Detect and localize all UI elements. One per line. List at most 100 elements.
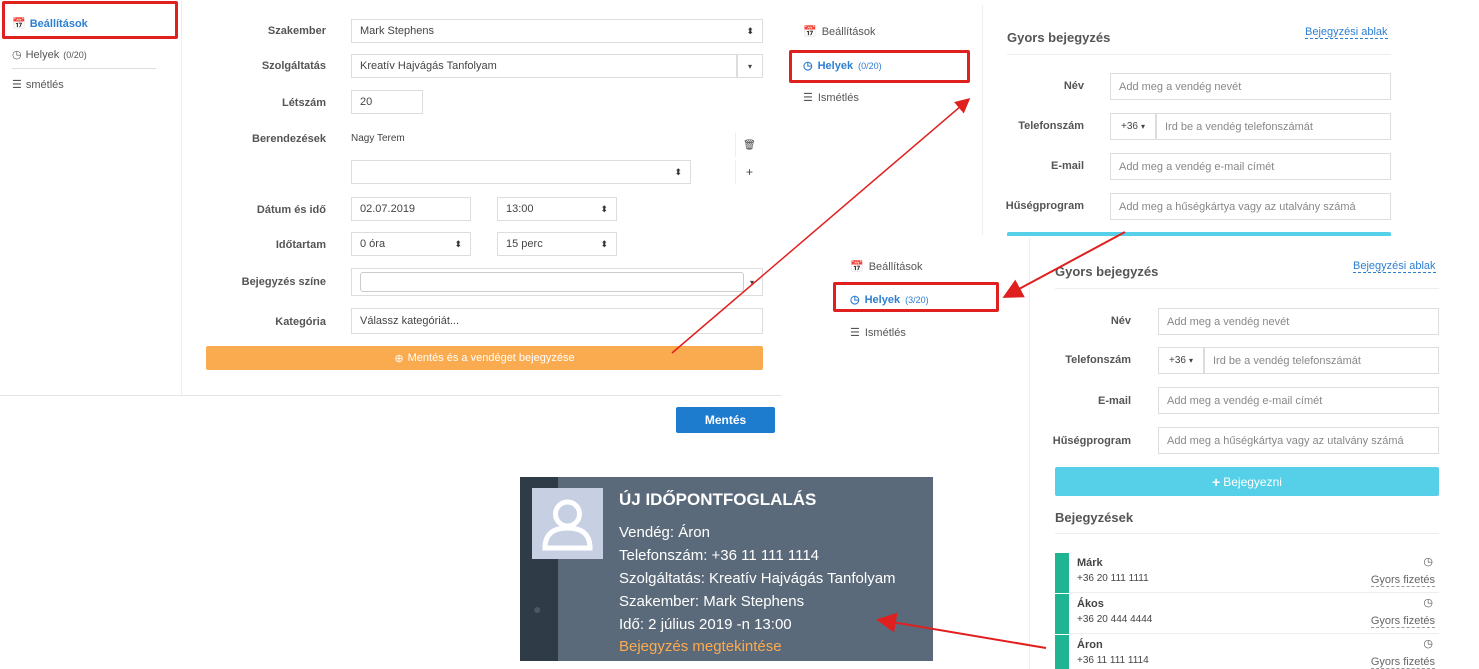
color-swatch	[360, 272, 744, 292]
date-input[interactable]: 02.07.2019	[351, 197, 471, 221]
sidebar-item-label: Helyek	[25, 48, 60, 61]
tab-settings[interactable]: 📅 Beállítások	[850, 260, 923, 274]
caret-down-icon: ▾	[749, 277, 754, 287]
date-value: 02.07.2019	[360, 203, 416, 215]
guest-phone: +36 20 444 4444	[1077, 614, 1153, 625]
calendar-icon: 📅	[12, 18, 26, 30]
status-bar	[1055, 594, 1069, 634]
list-item[interactable]: Áron +36 11 111 1114 ◷ Gyors fizetés	[1055, 635, 1439, 669]
tab-places[interactable]: ◷ Helyek (0/20)	[803, 59, 882, 73]
sidebar-item-repeat[interactable]: ☰ smétlés	[12, 78, 64, 92]
list-icon: ☰	[850, 327, 860, 339]
category-select[interactable]: Válassz kategóriát...	[351, 308, 763, 334]
color-select[interactable]: ▾	[351, 268, 763, 296]
plus-icon: +	[1212, 473, 1221, 490]
quick-entry-title: Gyors bejegyzés	[1007, 30, 1111, 45]
caret-down-icon: ▾	[1140, 122, 1145, 131]
loyalty-input[interactable]: Add meg a hűségkártya vagy az utalvány s…	[1110, 193, 1391, 220]
status-bar	[1055, 553, 1069, 593]
clock-icon: ◷	[850, 294, 860, 306]
quick-pay-link[interactable]: Gyors fizetés	[1370, 656, 1435, 669]
entry-window-link[interactable]: Bejegyzési ablak	[1305, 26, 1388, 39]
sidebar-item-settings[interactable]: 📅 Beállítások	[12, 17, 88, 31]
clock-icon: ◷	[1423, 638, 1433, 650]
places-count: (0/20)	[63, 49, 87, 60]
equipment-select[interactable]: ⬍	[351, 160, 691, 184]
plus-icon[interactable]: +	[735, 160, 763, 184]
list-item[interactable]: Márk +36 20 111 1111 ◷ Gyors fizetés	[1055, 553, 1439, 593]
country-code: +36	[1121, 121, 1138, 132]
name-input[interactable]: Add meg a vendég nevét	[1110, 73, 1391, 100]
save-button[interactable]: Mentés	[676, 407, 775, 433]
loyalty-label: Hűségprogram	[1052, 435, 1131, 447]
calendar-icon: 📅	[850, 261, 864, 273]
notification-phone: Telefonszám: +36 11 111 1114	[619, 547, 820, 564]
tab-repeat[interactable]: ☰ Ismétlés	[850, 326, 906, 340]
status-bar	[1055, 635, 1069, 669]
guest-name: Márk	[1077, 557, 1103, 569]
reservations-title: Bejegyzések	[1055, 510, 1134, 525]
title-divider	[1055, 288, 1439, 289]
equipment-value: Nagy Terem	[351, 133, 405, 144]
tab-label: Ismétlés	[864, 326, 906, 339]
notification-time: Idő: 2 július 2019 -n 13:00	[619, 616, 792, 633]
email-input[interactable]: Add meg a vendég e-mail címét	[1158, 387, 1439, 414]
quick-pay-link[interactable]: Gyors fizetés	[1370, 615, 1435, 628]
specialist-select[interactable]: Mark Stephens ⬍	[351, 19, 763, 43]
save-and-register-guest-button[interactable]: ⊕ Mentés és a vendéget bejegyzése	[206, 346, 763, 370]
places-count: (3/20)	[905, 294, 929, 305]
tab-places[interactable]: ◷ Helyek (3/20)	[850, 293, 929, 307]
sidebar-item-label: smétlés	[25, 78, 64, 91]
tab-repeat[interactable]: ☰ Ismétlés	[803, 91, 859, 105]
phone-label: Telefonszám	[1065, 354, 1131, 366]
name-input[interactable]: Add meg a vendég nevét	[1158, 308, 1439, 335]
form-divider	[0, 395, 782, 396]
hours-value: 0 óra	[360, 238, 386, 250]
minutes-value: 15 perc	[506, 238, 543, 250]
list-icon: ☰	[803, 92, 813, 104]
entry-window-link[interactable]: Bejegyzési ablak	[1353, 260, 1436, 273]
duration-minutes-select[interactable]: 15 perc ⬍	[497, 232, 617, 256]
email-input[interactable]: Add meg a vendég e-mail címét	[1110, 153, 1391, 180]
country-code-select[interactable]: +36 ▾	[1110, 113, 1156, 140]
name-label: Név	[1063, 80, 1084, 92]
time-value: 13:00	[506, 203, 534, 215]
clock-icon: ◷	[1423, 597, 1433, 609]
country-code-select[interactable]: +36 ▾	[1158, 347, 1204, 374]
phone-label: Telefonszám	[1018, 120, 1084, 132]
duration-hours-select[interactable]: 0 óra ⬍	[351, 232, 471, 256]
phone-input[interactable]: Ird be a vendég telefonszámát	[1204, 347, 1439, 374]
submit-entry-button[interactable]: + Bejegyezni	[1055, 467, 1439, 496]
loyalty-input[interactable]: Add meg a hűségkártya vagy az utalvány s…	[1158, 427, 1439, 454]
reservations-divider	[1055, 533, 1439, 534]
quick-entry-title: Gyors bejegyzés	[1055, 264, 1159, 279]
submit-label: Bejegyezni	[1223, 474, 1282, 489]
country-code: +36	[1169, 355, 1186, 366]
sidebar-item-places[interactable]: ◷ Helyek (0/20)	[12, 48, 87, 62]
guest-name: Áron	[1077, 639, 1103, 651]
clock-icon: ◷	[1423, 556, 1433, 568]
name-label: Név	[1110, 315, 1131, 327]
notification-service: Szolgáltatás: Kreatív Hajvágás Tanfolyam	[619, 570, 896, 587]
new-booking-notification[interactable]: ● ÚJ IDŐPONTFOGLALÁS Vendég: Áron Telefo…	[520, 477, 933, 661]
view-entry-link[interactable]: Bejegyzés megtekintése	[619, 638, 782, 655]
tab-label: Helyek	[864, 293, 901, 306]
color-label: Bejegyzés színe	[241, 276, 326, 288]
email-label: E-mail	[1097, 395, 1131, 407]
trash-icon[interactable]: 🗑	[735, 133, 763, 157]
avatar	[532, 488, 603, 559]
time-select[interactable]: 13:00 ⬍	[497, 197, 617, 221]
guest-phone: +36 11 111 1114	[1077, 655, 1149, 666]
service-select[interactable]: Kreatív Hajvágás Tanfolyam	[351, 54, 737, 78]
list-item[interactable]: Ákos +36 20 444 4444 ◷ Gyors fizetés	[1055, 594, 1439, 634]
headcount-input[interactable]: 20	[351, 90, 423, 114]
service-dropdown-button[interactable]: ▾	[737, 54, 763, 78]
tab-settings[interactable]: 📅 Beállítások	[803, 25, 876, 39]
service-label: Szolgáltatás	[261, 60, 326, 72]
specialist-label: Szakember	[267, 25, 326, 37]
updown-icon: ⬍	[600, 203, 608, 214]
updown-icon: ⬍	[746, 25, 754, 36]
phone-input[interactable]: Ird be a vendég telefonszámát	[1156, 113, 1391, 140]
loyalty-label: Hűségprogram	[1005, 200, 1084, 212]
quick-pay-link[interactable]: Gyors fizetés	[1370, 574, 1435, 587]
